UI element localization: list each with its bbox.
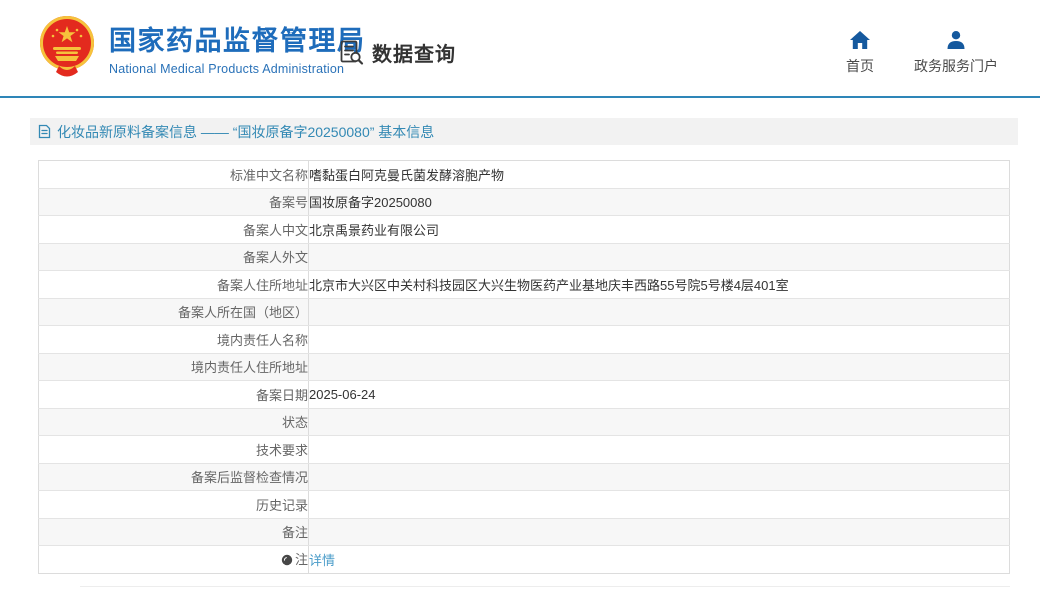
table-row: 技术要求	[39, 436, 1010, 464]
table-row: 境内责任人住所地址	[39, 353, 1010, 381]
home-link[interactable]: 首页	[846, 30, 874, 76]
info-table: 标准中文名称 嗜黏蛋白阿克曼氏菌发酵溶胞产物 备案号 国妆原备字20250080…	[38, 160, 1010, 574]
header-right-nav: 首页 政务服务门户	[846, 30, 998, 76]
info-table-body: 标准中文名称 嗜黏蛋白阿克曼氏菌发酵溶胞产物 备案号 国妆原备字20250080…	[39, 161, 1010, 574]
row-label: 状态	[39, 408, 309, 436]
site-title-block: 国家药品监督管理局 National Medical Products Admi…	[109, 19, 366, 76]
table-row: 备案号 国妆原备字20250080	[39, 188, 1010, 216]
data-query-nav[interactable]: 数据查询	[338, 38, 456, 67]
row-value	[309, 326, 1010, 354]
row-value	[309, 243, 1010, 271]
row-label: 备案号	[39, 188, 309, 216]
row-value	[309, 463, 1010, 491]
table-row: 标准中文名称 嗜黏蛋白阿克曼氏菌发酵溶胞产物	[39, 161, 1010, 189]
page-title-bar: 化妆品新原料备案信息 —— “国妆原备字20250080” 基本信息	[30, 118, 1018, 145]
row-value: 国妆原备字20250080	[309, 188, 1010, 216]
row-value	[309, 298, 1010, 326]
data-query-label: 数据查询	[372, 38, 456, 67]
detail-link[interactable]: 详情	[309, 553, 335, 568]
table-row: 状态	[39, 408, 1010, 436]
portal-label: 政务服务门户	[914, 56, 998, 76]
row-label: 备案日期	[39, 381, 309, 409]
user-icon	[945, 30, 967, 50]
row-value: 详情	[309, 546, 1010, 574]
portal-link[interactable]: 政务服务门户	[914, 30, 998, 76]
row-value	[309, 491, 1010, 519]
footer-divider	[80, 586, 1010, 587]
main-content: 化妆品新原料备案信息 —— “国妆原备字20250080” 基本信息 标准中文名…	[0, 118, 1040, 587]
page-title: 化妆品新原料备案信息 —— “国妆原备字20250080” 基本信息	[57, 122, 434, 142]
row-label: 标准中文名称	[39, 161, 309, 189]
info-table-wrap: 标准中文名称 嗜黏蛋白阿克曼氏菌发酵溶胞产物 备案号 国妆原备字20250080…	[38, 160, 1010, 574]
home-label: 首页	[846, 56, 874, 76]
row-value: 北京禹景药业有限公司	[309, 216, 1010, 244]
table-row: 境内责任人名称	[39, 326, 1010, 354]
table-row: 备案日期 2025-06-24	[39, 381, 1010, 409]
table-row: 备案人外文	[39, 243, 1010, 271]
note-bulb-icon	[281, 554, 293, 569]
row-label: 历史记录	[39, 491, 309, 519]
row-value: 北京市大兴区中关村科技园区大兴生物医药产业基地庆丰西路55号院5号楼4层401室	[309, 271, 1010, 299]
site-header: 国家药品监督管理局 National Medical Products Admi…	[0, 0, 1040, 98]
table-row: 备案人所在国（地区）	[39, 298, 1010, 326]
table-row: 注 详情	[39, 546, 1010, 574]
row-value	[309, 353, 1010, 381]
row-label: 境内责任人名称	[39, 326, 309, 354]
row-value	[309, 518, 1010, 546]
table-row: 历史记录	[39, 491, 1010, 519]
table-row: 备案人中文 北京禹景药业有限公司	[39, 216, 1010, 244]
row-label: 备注	[39, 518, 309, 546]
site-title-cn: 国家药品监督管理局	[109, 19, 366, 58]
row-value: 嗜黏蛋白阿克曼氏菌发酵溶胞产物	[309, 161, 1010, 189]
national-emblem-icon	[35, 14, 99, 80]
site-title-en: National Medical Products Administration	[109, 62, 366, 76]
document-search-icon	[338, 39, 365, 66]
row-label: 备案人所在国（地区）	[39, 298, 309, 326]
row-value	[309, 436, 1010, 464]
document-icon	[38, 124, 51, 139]
table-row: 备案人住所地址 北京市大兴区中关村科技园区大兴生物医药产业基地庆丰西路55号院5…	[39, 271, 1010, 299]
row-label: 备案人住所地址	[39, 271, 309, 299]
table-row: 备案后监督检查情况	[39, 463, 1010, 491]
row-label: 备案人中文	[39, 216, 309, 244]
row-label: 备案人外文	[39, 243, 309, 271]
row-label: 境内责任人住所地址	[39, 353, 309, 381]
home-icon	[849, 30, 871, 50]
table-row: 备注	[39, 518, 1010, 546]
row-label: 备案后监督检查情况	[39, 463, 309, 491]
row-value	[309, 408, 1010, 436]
nmpa-logo[interactable]: 国家药品监督管理局 National Medical Products Admi…	[35, 14, 366, 80]
row-label: 技术要求	[39, 436, 309, 464]
row-label: 注	[39, 546, 309, 574]
row-value: 2025-06-24	[309, 381, 1010, 409]
